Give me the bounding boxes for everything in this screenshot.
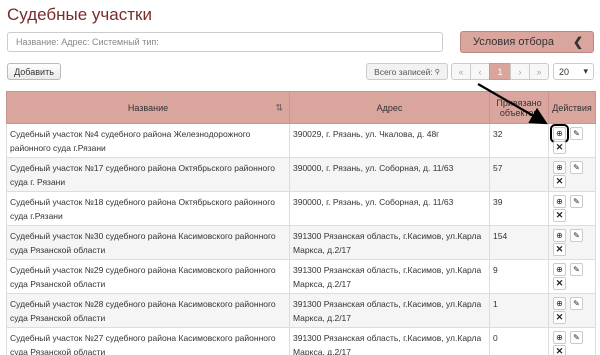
page-title: Судебные участки (7, 5, 152, 24)
cell-name: Судебный участок №28 судебного района Ка… (6, 293, 290, 328)
page-size-select[interactable]: 20 ▾ (553, 63, 594, 80)
cell-actions: ⊕ ✎ ✕ (548, 157, 596, 192)
close-icon[interactable]: ✕ (553, 141, 566, 154)
table-row: Судебный участок №17 судебного района Ок… (6, 157, 596, 192)
page-size-value: 20 (559, 66, 570, 77)
close-icon[interactable]: ✕ (553, 345, 566, 355)
cell-actions: ⊕ ✎ ✕ (548, 327, 596, 355)
cell-actions: ⊕ ✎ ✕ (548, 225, 596, 260)
close-icon[interactable]: ✕ (553, 243, 566, 256)
chevron-down-icon: ▾ (583, 66, 588, 76)
close-icon[interactable]: ✕ (553, 277, 566, 290)
cell-linked-objects: 154 (489, 225, 549, 260)
cell-name: Судебный участок №29 судебного района Ка… (6, 259, 290, 294)
pagination-last[interactable]: » (529, 63, 549, 80)
courts-table: Название ⇅ Адрес Привязано объектов Дейс… (6, 91, 596, 355)
cell-actions: ⊕ ✎ ✕ (548, 293, 596, 328)
cell-address: 391300 Рязанская область, г.Касимов, ул.… (289, 293, 490, 328)
cell-address: 391300 Рязанская область, г.Касимов, ул.… (289, 327, 490, 355)
plus-circle-icon[interactable]: ⊕ (553, 161, 566, 174)
pagination-next[interactable]: › (510, 63, 530, 80)
plus-circle-icon[interactable]: ⊕ (550, 124, 569, 143)
pagination-prev[interactable]: ‹ (470, 63, 490, 80)
cell-actions: ⊕ ✎ ✕ (548, 191, 596, 226)
cell-name: Судебный участок №30 судебного района Ка… (6, 225, 290, 260)
table-row: Судебный участок №29 судебного района Ка… (6, 259, 596, 294)
cell-address: 391300 Рязанская область, г.Касимов, ул.… (289, 225, 490, 260)
cell-address: 391300 Рязанская область, г.Касимов, ул.… (289, 259, 490, 294)
filter-conditions-button[interactable]: Условия отбора ❮ (460, 31, 594, 53)
pencil-icon[interactable]: ✎ (570, 127, 583, 140)
pencil-icon[interactable]: ✎ (570, 195, 583, 208)
table-row: Судебный участок №18 судебного района Ок… (6, 191, 596, 226)
pencil-icon[interactable]: ✎ (570, 263, 583, 276)
cell-actions: ⊕ ✎ ✕ (548, 259, 596, 294)
cell-name: Судебный участок №17 судебного района Ок… (6, 157, 290, 192)
column-header-name[interactable]: Название ⇅ (6, 91, 290, 124)
add-button[interactable]: Добавить (7, 63, 61, 80)
cell-linked-objects: 1 (489, 293, 549, 328)
chevron-left-icon: ❮ (572, 35, 583, 49)
pencil-icon[interactable]: ✎ (570, 297, 583, 310)
column-header-actions: Действия (548, 91, 596, 124)
pencil-icon[interactable]: ✎ (570, 161, 583, 174)
cell-linked-objects: 0 (489, 327, 549, 355)
plus-circle-icon[interactable]: ⊕ (553, 331, 566, 344)
cell-linked-objects: 57 (489, 157, 549, 192)
column-header-address[interactable]: Адрес (289, 91, 490, 124)
records-count: Всего записей: ⚲ (366, 63, 448, 80)
map-marker-icon: ⚲ (434, 68, 440, 76)
table-row: Судебный участок №30 судебного района Ка… (6, 225, 596, 260)
close-icon[interactable]: ✕ (553, 311, 566, 324)
cell-address: 390000, г. Рязань, ул. Соборная, д. 11/6… (289, 191, 490, 226)
cell-name: Судебный участок №27 судебного района Ка… (6, 327, 290, 355)
pencil-icon[interactable]: ✎ (570, 229, 583, 242)
cell-linked-objects: 9 (489, 259, 549, 294)
plus-circle-icon[interactable]: ⊕ (553, 297, 566, 310)
table-row: Судебный участок №4 судебного района Жел… (6, 123, 596, 158)
plus-circle-icon[interactable]: ⊕ (553, 195, 566, 208)
pagination-page-1[interactable]: 1 (489, 63, 511, 80)
cell-actions: ⊕ ✎ ✕ (548, 123, 596, 158)
table-row: Судебный участок №27 судебного района Ка… (6, 327, 596, 355)
cell-linked-objects: 39 (489, 191, 549, 226)
cell-address: 390000, г. Рязань, ул. Соборная, д. 11/6… (289, 157, 490, 192)
pagination: « ‹ 1 › » (451, 63, 549, 80)
filter-conditions-label: Условия отбора (473, 36, 554, 48)
pencil-icon[interactable]: ✎ (570, 331, 583, 344)
close-icon[interactable]: ✕ (553, 209, 566, 222)
sort-icon: ⇅ (275, 102, 283, 112)
plus-circle-icon[interactable]: ⊕ (553, 263, 566, 276)
cell-linked-objects: 32 (489, 123, 549, 158)
search-input[interactable] (7, 32, 443, 52)
records-count-label: Всего записей: (374, 66, 433, 77)
cell-name: Судебный участок №18 судебного района Ок… (6, 191, 290, 226)
column-header-linked-objects[interactable]: Привязано объектов (489, 91, 549, 124)
pagination-first[interactable]: « (451, 63, 471, 80)
table-row: Судебный участок №28 судебного района Ка… (6, 293, 596, 328)
plus-circle-icon[interactable]: ⊕ (553, 229, 566, 242)
cell-address: 390029, г. Рязань, ул. Чкалова, д. 48г (289, 123, 490, 158)
close-icon[interactable]: ✕ (553, 175, 566, 188)
cell-name: Судебный участок №4 судебного района Жел… (6, 123, 290, 158)
